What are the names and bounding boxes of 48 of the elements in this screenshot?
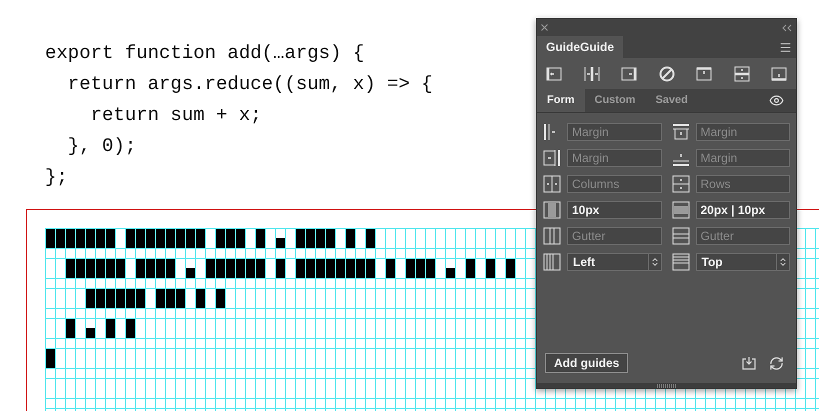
add-guides-button[interactable]: Add guides bbox=[545, 353, 628, 373]
row-position-icon bbox=[672, 253, 690, 271]
input-field[interactable]: Gutter bbox=[696, 227, 790, 245]
columns-icon bbox=[543, 175, 561, 193]
input-field[interactable]: 20px | 10px bbox=[696, 201, 790, 219]
resize-grip-icon[interactable] bbox=[656, 383, 676, 388]
rows-icon bbox=[672, 175, 690, 193]
close-icon[interactable] bbox=[541, 24, 548, 31]
tab[interactable]: Saved bbox=[645, 89, 698, 112]
code-line: return sum + x; bbox=[90, 103, 262, 128]
input-field[interactable]: Margin bbox=[696, 123, 790, 141]
right-guide-button[interactable] bbox=[620, 64, 638, 82]
row-gutter-icon bbox=[672, 227, 690, 245]
top-guide-button[interactable] bbox=[695, 64, 713, 82]
column-width-icon bbox=[543, 201, 561, 219]
select-field[interactable]: Top bbox=[696, 253, 790, 271]
input-field[interactable]: Margin bbox=[567, 123, 662, 141]
column-position-icon bbox=[543, 253, 561, 271]
bottom-guide-button[interactable] bbox=[770, 64, 788, 82]
refresh-icon[interactable] bbox=[769, 356, 784, 370]
code-line: export function add(…args) { bbox=[45, 41, 364, 66]
input-field[interactable]: Margin bbox=[567, 149, 662, 167]
top-margin-icon bbox=[672, 123, 690, 141]
collapse-icon[interactable] bbox=[782, 24, 792, 32]
visibility-icon[interactable] bbox=[769, 93, 784, 108]
row-height-icon bbox=[672, 201, 690, 219]
center-guide-button[interactable] bbox=[582, 64, 600, 82]
panel-tab[interactable]: GuideGuide bbox=[537, 36, 624, 58]
tab[interactable]: Custom bbox=[584, 89, 646, 112]
menu-icon[interactable] bbox=[779, 40, 792, 54]
right-margin-icon bbox=[543, 149, 561, 167]
column-gutter-icon bbox=[543, 227, 561, 245]
code-line: }, 0); bbox=[66, 134, 136, 159]
left-guide-button[interactable] bbox=[545, 64, 563, 82]
code-line: return args.reduce((sum, x) => { bbox=[66, 72, 433, 97]
stepper-icon bbox=[650, 257, 660, 267]
input-field[interactable]: Gutter bbox=[567, 227, 662, 245]
select-field[interactable]: Left bbox=[567, 253, 662, 271]
input-field[interactable]: Margin bbox=[696, 149, 790, 167]
middle-guide-button[interactable] bbox=[732, 64, 750, 82]
stepper-icon bbox=[778, 257, 788, 267]
input-field[interactable]: 10px bbox=[567, 201, 662, 219]
input-field[interactable]: Rows bbox=[696, 175, 790, 193]
input-field[interactable]: Columns bbox=[567, 175, 662, 193]
no-entry-button[interactable] bbox=[658, 64, 676, 82]
tab[interactable]: Form bbox=[537, 89, 584, 112]
code-line: }; bbox=[45, 165, 68, 190]
import-icon[interactable] bbox=[741, 355, 757, 371]
